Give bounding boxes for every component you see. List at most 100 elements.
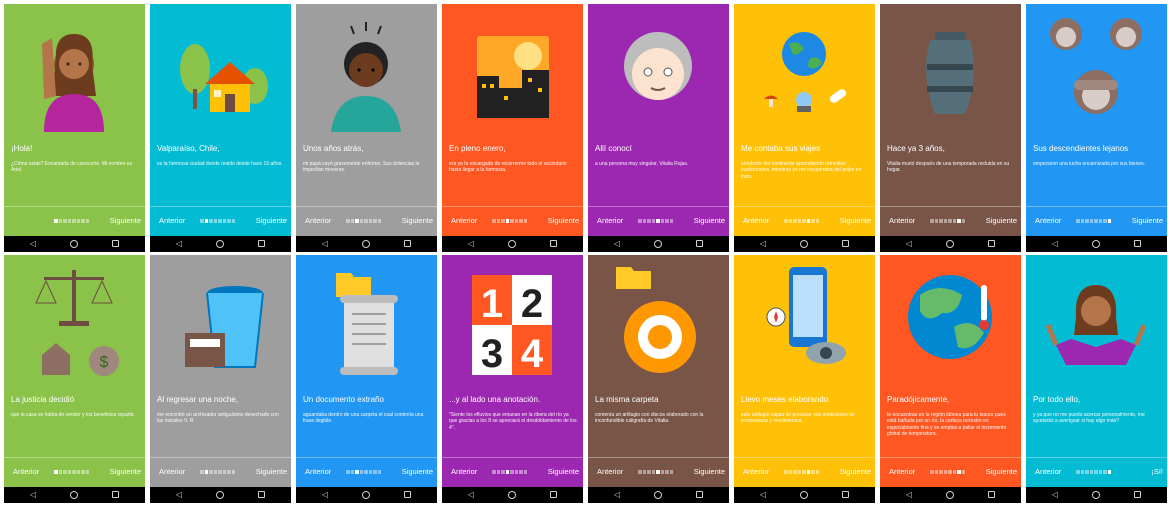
next-button[interactable]: Siguiente xyxy=(986,467,1017,476)
back-icon[interactable]: ◁ xyxy=(315,236,335,252)
screen-body: era yo la encargada de recorrerme todo e… xyxy=(449,161,567,174)
next-button[interactable]: Siguiente xyxy=(256,467,287,476)
previous-button[interactable]: Anterior xyxy=(1035,216,1061,225)
recent-apps-icon[interactable] xyxy=(543,236,563,252)
divider xyxy=(880,206,1021,207)
phone-screen: Valparaíso, Chile, es la hermosa ciudad … xyxy=(150,4,291,252)
back-icon[interactable]: ◁ xyxy=(1045,487,1065,503)
recent-apps-icon[interactable] xyxy=(251,487,271,503)
home-icon[interactable] xyxy=(210,487,230,503)
page-indicator-dot xyxy=(72,470,76,474)
home-icon[interactable] xyxy=(794,236,814,252)
next-button[interactable]: Siguiente xyxy=(256,216,287,225)
recent-apps-icon[interactable] xyxy=(835,487,855,503)
previous-button[interactable]: Anterior xyxy=(305,467,331,476)
back-icon[interactable]: ◁ xyxy=(607,487,627,503)
next-button[interactable]: Siguiente xyxy=(694,216,725,225)
home-icon[interactable] xyxy=(64,236,84,252)
back-icon[interactable]: ◁ xyxy=(23,236,43,252)
previous-button[interactable]: Anterior xyxy=(597,467,623,476)
home-icon[interactable] xyxy=(210,236,230,252)
back-icon[interactable]: ◁ xyxy=(899,236,919,252)
home-icon[interactable] xyxy=(502,236,522,252)
next-button[interactable]: Siguiente xyxy=(110,467,141,476)
previous-button[interactable]: Anterior xyxy=(1035,467,1061,476)
recent-apps-icon[interactable] xyxy=(397,487,417,503)
phone-screen: $ La justicia decidió que la casa se hab… xyxy=(4,255,145,503)
next-button[interactable]: Siguiente xyxy=(1132,216,1163,225)
recent-apps-icon[interactable] xyxy=(689,236,709,252)
page-indicator-dot xyxy=(231,219,235,223)
home-icon[interactable] xyxy=(1086,487,1106,503)
next-button[interactable]: Siguiente xyxy=(986,216,1017,225)
previous-button[interactable]: Anterior xyxy=(305,216,331,225)
page-indicator-dot xyxy=(54,219,58,223)
system-nav-bar: ◁ xyxy=(296,236,437,252)
recent-apps-icon[interactable] xyxy=(397,236,417,252)
home-icon[interactable] xyxy=(502,487,522,503)
back-icon[interactable]: ◁ xyxy=(753,487,773,503)
home-icon[interactable] xyxy=(648,236,668,252)
back-icon[interactable]: ◁ xyxy=(899,487,919,503)
next-button[interactable]: Siguiente xyxy=(840,467,871,476)
back-icon[interactable]: ◁ xyxy=(607,236,627,252)
previous-button[interactable]: Anterior xyxy=(159,216,185,225)
page-indicator-dot xyxy=(1076,470,1080,474)
previous-button[interactable]: Anterior xyxy=(743,467,769,476)
next-button[interactable]: Siguiente xyxy=(548,216,579,225)
back-icon[interactable]: ◁ xyxy=(1045,236,1065,252)
next-button[interactable]: Siguiente xyxy=(402,216,433,225)
previous-button[interactable]: Anterior xyxy=(451,216,477,225)
recent-apps-icon[interactable] xyxy=(835,236,855,252)
previous-button[interactable]: Anterior xyxy=(13,467,39,476)
next-button[interactable]: Siguiente xyxy=(840,216,871,225)
home-icon[interactable] xyxy=(940,487,960,503)
recent-apps-icon[interactable] xyxy=(105,487,125,503)
screen-title: Hace ya 3 años, xyxy=(887,144,945,153)
page-indicator-dot xyxy=(218,219,222,223)
back-icon[interactable]: ◁ xyxy=(169,487,189,503)
home-icon[interactable] xyxy=(356,236,376,252)
next-button[interactable]: ¡Sí! xyxy=(1151,467,1163,476)
page-indicator-dot xyxy=(638,219,642,223)
recent-apps-icon[interactable] xyxy=(1127,487,1147,503)
home-icon[interactable] xyxy=(940,236,960,252)
recent-apps-icon[interactable] xyxy=(689,487,709,503)
page-indicator-dot xyxy=(793,219,797,223)
home-icon[interactable] xyxy=(648,487,668,503)
back-icon[interactable]: ◁ xyxy=(753,236,773,252)
recent-apps-icon[interactable] xyxy=(251,236,271,252)
back-icon[interactable]: ◁ xyxy=(23,487,43,503)
screen-title: ...y al lado una anotación. xyxy=(449,395,541,404)
back-icon[interactable]: ◁ xyxy=(461,487,481,503)
previous-button[interactable]: Anterior xyxy=(597,216,623,225)
back-icon[interactable]: ◁ xyxy=(169,236,189,252)
previous-button[interactable]: Anterior xyxy=(743,216,769,225)
globe-remedies-icon xyxy=(734,4,875,132)
page-indicator-dot xyxy=(651,219,655,223)
home-icon[interactable] xyxy=(356,487,376,503)
previous-button[interactable]: Anterior xyxy=(159,467,185,476)
previous-button[interactable]: Anterior xyxy=(451,467,477,476)
system-nav-bar: ◁ xyxy=(880,487,1021,503)
recent-apps-icon[interactable] xyxy=(981,487,1001,503)
house-trees-icon xyxy=(150,4,291,132)
next-button[interactable]: Siguiente xyxy=(694,467,725,476)
recent-apps-icon[interactable] xyxy=(543,487,563,503)
recent-apps-icon[interactable] xyxy=(1127,236,1147,252)
back-icon[interactable]: ◁ xyxy=(315,487,335,503)
page-indicator xyxy=(1076,470,1111,475)
previous-button[interactable]: Anterior xyxy=(889,216,915,225)
previous-button[interactable]: Anterior xyxy=(889,467,915,476)
recent-apps-icon[interactable] xyxy=(981,236,1001,252)
page-indicator-dot xyxy=(811,219,815,223)
back-icon[interactable]: ◁ xyxy=(461,236,481,252)
home-icon[interactable] xyxy=(1086,236,1106,252)
next-button[interactable]: Siguiente xyxy=(548,467,579,476)
page-indicator-dot xyxy=(368,470,372,474)
home-icon[interactable] xyxy=(794,487,814,503)
recent-apps-icon[interactable] xyxy=(105,236,125,252)
next-button[interactable]: Siguiente xyxy=(110,216,141,225)
home-icon[interactable] xyxy=(64,487,84,503)
next-button[interactable]: Siguiente xyxy=(402,467,433,476)
